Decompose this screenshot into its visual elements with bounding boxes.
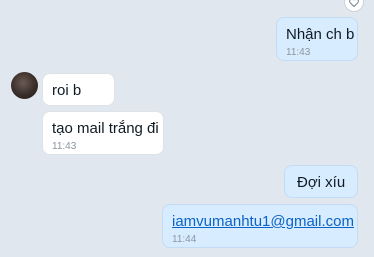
message-text: tạo mail trắng đi <box>52 120 159 137</box>
heart-icon-glyph <box>349 0 359 7</box>
email-link[interactable]: iamvumanhtu1@gmail.com <box>172 213 354 231</box>
message-text: Đợi xíu <box>297 174 346 191</box>
message-text: Nhận ch b <box>286 26 355 43</box>
message-timestamp: 11:43 <box>52 141 77 152</box>
message-timestamp: 11:44 <box>172 234 197 245</box>
incoming-message-bubble[interactable]: roi b <box>42 73 115 106</box>
message-text: roi b <box>52 82 82 99</box>
contact-avatar[interactable] <box>11 72 38 99</box>
outgoing-message-bubble[interactable]: Đợi xíu <box>284 165 358 198</box>
outgoing-message-bubble[interactable]: iamvumanhtu1@gmail.com 11:44 <box>162 204 358 248</box>
message-timestamp: 11:43 <box>286 47 311 58</box>
outgoing-message-bubble[interactable]: Nhận ch b 11:43 <box>276 17 358 61</box>
heart-icon[interactable] <box>344 0 364 12</box>
incoming-message-bubble[interactable]: tạo mail trắng đi 11:43 <box>42 111 164 155</box>
